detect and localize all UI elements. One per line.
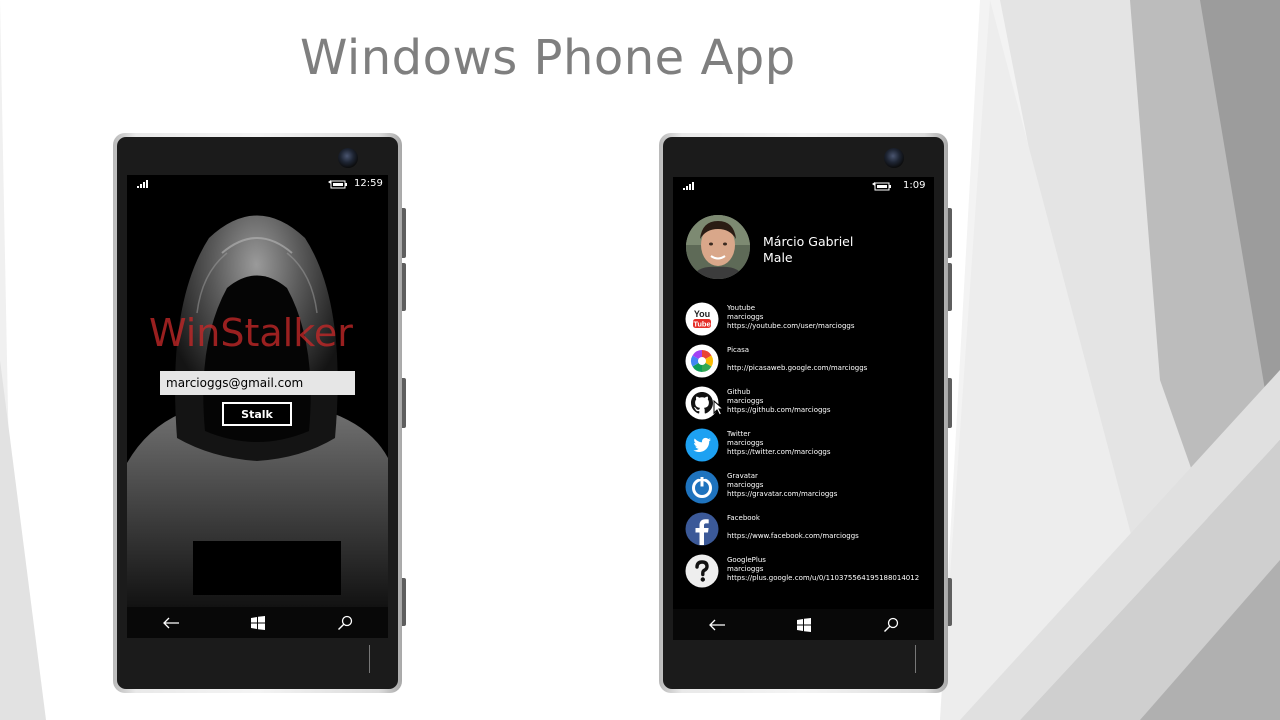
account-service: Twitter [727, 430, 751, 438]
stalk-button[interactable]: Stalk [222, 402, 292, 426]
power-button [402, 378, 406, 428]
redacted-block [193, 541, 341, 595]
volume-button [948, 208, 952, 258]
volume-button [402, 208, 406, 258]
results-screen: 1:09 Márcio Gabriel Male You Tube Youtub… [673, 177, 934, 640]
unknown-service-icon [685, 554, 719, 588]
slide-title: Windows Phone App [300, 30, 796, 86]
avatar [686, 215, 750, 279]
account-url[interactable]: http://picasaweb.google.com/marcioggs [727, 364, 867, 373]
account-service: Gravatar [727, 472, 758, 480]
front-camera [884, 148, 904, 168]
volume-button [948, 263, 952, 311]
redacted-block [330, 205, 388, 223]
account-url[interactable]: https://github.com/marcioggs [727, 406, 831, 415]
battery-icon [328, 180, 347, 189]
account-url[interactable]: https://gravatar.com/marcioggs [727, 490, 837, 499]
mouse-cursor-icon [713, 400, 725, 416]
back-icon[interactable] [151, 607, 191, 638]
front-camera [338, 148, 358, 168]
status-clock: 1:09 [903, 180, 926, 191]
phone-frame-results: 1:09 Márcio Gabriel Male You Tube Youtub… [659, 133, 952, 693]
login-screen: 12:59 WinStalker Stalk [127, 175, 388, 638]
nav-bar [127, 607, 388, 638]
account-service: Picasa [727, 346, 750, 354]
account-service: Github [727, 388, 751, 396]
app-title: WinStalker [149, 311, 353, 355]
search-icon[interactable] [325, 607, 365, 638]
account-username [727, 523, 859, 532]
account-username: marcioggs [727, 565, 764, 573]
svg-text:Tube: Tube [693, 320, 710, 329]
account-service: Youtube [727, 304, 755, 312]
redacted-block [127, 205, 221, 223]
account-url[interactable]: https://plus.google.com/u/0/110375564195… [727, 574, 919, 583]
list-item[interactable]: You Tube Youtube marcioggs https://youtu… [685, 300, 930, 338]
list-item[interactable]: Picasa http://picasaweb.google.com/marci… [685, 342, 930, 380]
account-username: marcioggs [727, 313, 764, 321]
account-url[interactable]: https://www.facebook.com/marcioggs [727, 532, 859, 541]
account-service: GooglePlus [727, 556, 766, 564]
gravatar-icon [685, 470, 719, 504]
signal-icon [683, 182, 694, 190]
nav-bar [673, 609, 934, 640]
status-bar: 1:09 [673, 177, 934, 195]
account-username: marcioggs [727, 439, 764, 447]
picasa-icon [685, 344, 719, 378]
profile-gender: Male [763, 250, 793, 265]
list-item[interactable]: Gravatar marcioggs https://gravatar.com/… [685, 468, 930, 506]
camera-button [402, 578, 406, 626]
windows-icon[interactable] [784, 609, 824, 640]
status-clock: 12:59 [354, 178, 383, 189]
camera-button [948, 578, 952, 626]
search-icon[interactable] [871, 609, 911, 640]
list-item[interactable]: Twitter marcioggs https://twitter.com/ma… [685, 426, 930, 464]
status-bar: 12:59 [127, 175, 388, 193]
facebook-icon [685, 512, 719, 546]
account-url[interactable]: https://twitter.com/marcioggs [727, 448, 831, 457]
phone-frame-login: 12:59 WinStalker Stalk [113, 133, 406, 693]
list-item[interactable]: Facebook https://www.facebook.com/marcio… [685, 510, 930, 548]
svg-text:You: You [694, 309, 710, 319]
handset-line [369, 645, 370, 673]
handset-line [915, 645, 916, 673]
profile-name: Márcio Gabriel [763, 234, 854, 249]
windows-icon[interactable] [238, 607, 278, 638]
power-button [948, 378, 952, 428]
account-username: marcioggs [727, 397, 764, 405]
battery-icon [872, 182, 891, 191]
twitter-icon [685, 428, 719, 462]
email-input[interactable] [160, 371, 355, 395]
signal-icon [137, 180, 148, 188]
volume-button [402, 263, 406, 311]
list-item[interactable]: GooglePlus marcioggs https://plus.google… [685, 552, 930, 590]
account-username [727, 355, 867, 364]
back-icon[interactable] [697, 609, 737, 640]
list-item[interactable]: Github marcioggs https://github.com/marc… [685, 384, 930, 422]
youtube-icon: You Tube [685, 302, 719, 336]
account-username: marcioggs [727, 481, 764, 489]
account-service: Facebook [727, 514, 760, 522]
account-url[interactable]: https://youtube.com/user/marcioggs [727, 322, 855, 331]
